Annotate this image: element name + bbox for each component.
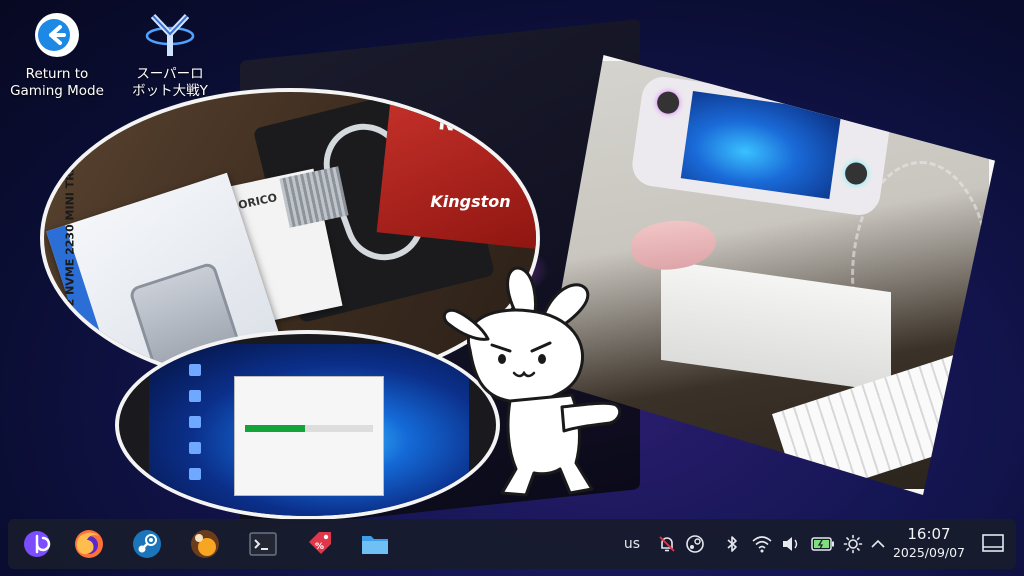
plasma-launcher-icon <box>24 531 51 557</box>
game-logo-icon <box>145 13 195 56</box>
notification-bell-off-icon <box>659 536 675 552</box>
taskbar-protonup-button[interactable] <box>186 525 224 563</box>
protonup-icon <box>191 530 219 558</box>
handheld-left-stick <box>655 90 681 116</box>
battery-button[interactable] <box>810 533 836 555</box>
steam-icon <box>133 530 161 558</box>
volume-icon <box>783 537 798 551</box>
return-arrow-icon <box>35 13 79 57</box>
wifi-icon <box>752 536 772 553</box>
handheld-right-stick <box>843 161 869 186</box>
taskbar-steam-button[interactable] <box>128 525 166 563</box>
brightness-icon <box>843 534 863 554</box>
volume-button[interactable] <box>780 533 802 555</box>
rog-ally-handheld <box>629 74 893 218</box>
battery-icon <box>811 537 834 551</box>
pink-mouse <box>628 216 719 274</box>
orico-brand-label: ORICO <box>237 191 279 212</box>
clock-date: 2025/09/07 <box>892 545 966 560</box>
digital-clock[interactable]: 16:07 2025/09/07 <box>888 525 970 561</box>
screen-desktop-icons <box>189 364 203 494</box>
copy-progress-bar <box>245 425 305 432</box>
svg-text:%: % <box>315 542 324 552</box>
ssd-brand-label: Kingston <box>430 191 511 211</box>
expand-tray-icon <box>871 539 885 548</box>
desktop-icon-super-robot-wars-y[interactable]: スーパーロ ボット大戦Y <box>115 10 225 100</box>
ssd-model-label: NV3 <box>437 110 486 139</box>
desktop-icon-return-to-gaming-mode[interactable]: Return to Gaming Mode <box>2 10 112 100</box>
bluetooth-icon <box>727 536 737 552</box>
bluetooth-button[interactable] <box>722 533 742 555</box>
steam-tray-icon <box>686 535 704 553</box>
bunny-mascot-illustration <box>442 266 622 497</box>
orico-box-text: M.2 NVME 2230 MINI TRANSPARENT ENCLOSURE <box>63 88 77 322</box>
clock-time: 16:07 <box>907 525 951 543</box>
price-tag-icon: % <box>309 532 331 554</box>
taskbar-terminal-button[interactable] <box>244 525 282 563</box>
folder-icon <box>362 536 388 554</box>
show-desktop-button[interactable] <box>980 531 1006 557</box>
expand-tray-button[interactable] <box>868 533 888 555</box>
handheld-screen <box>680 90 842 200</box>
taskbar-firefox-button[interactable] <box>70 525 108 563</box>
steam-tray-button[interactable] <box>684 533 706 555</box>
firefox-icon <box>75 530 103 558</box>
app-launcher-button[interactable] <box>18 525 56 563</box>
keyboard-layout-indicator[interactable]: us <box>620 533 644 555</box>
brightness-button[interactable] <box>842 533 864 555</box>
network-button[interactable] <box>750 533 774 555</box>
notifications-button[interactable] <box>656 533 678 555</box>
desktop-icon-label: Return to Gaming Mode <box>10 66 104 99</box>
taskbar-game-deals-button[interactable]: % <box>300 525 338 563</box>
windows-desktop-screen <box>149 344 469 516</box>
kingston-nv3-box: NV3 Kingston <box>376 92 536 251</box>
copy-progress-dialog <box>234 376 384 496</box>
terminal-icon <box>249 532 277 556</box>
taskbar-file-manager-button[interactable] <box>356 525 394 563</box>
show-desktop-icon <box>982 534 1004 552</box>
desktop-icon-label: スーパーロ ボット大戦Y <box>132 66 208 99</box>
taskbar: % us 16:07 2025/09/07 <box>8 519 1016 569</box>
